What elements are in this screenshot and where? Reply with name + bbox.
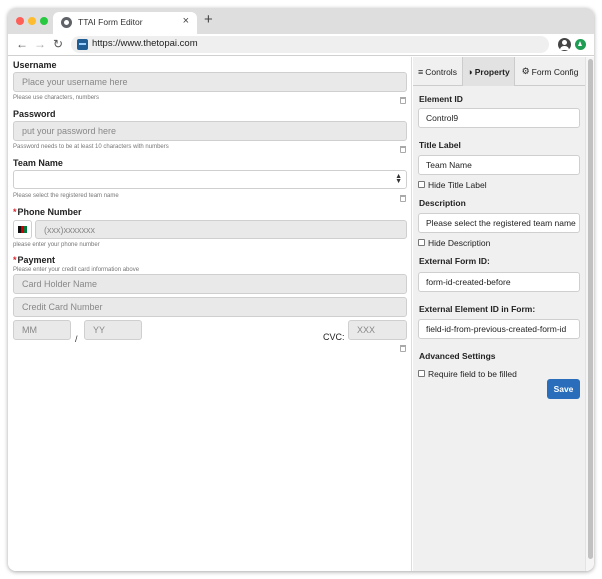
delete-username-icon[interactable] [400,97,406,104]
card-number-input[interactable]: Credit Card Number [13,297,407,317]
password-label: Password [13,109,56,119]
require-field-checkbox[interactable] [418,370,425,377]
reload-icon[interactable]: ↻ [53,37,63,51]
cvc-label: CVC: [323,332,345,342]
tab-property-label: Property [474,66,510,77]
required-mark: * [13,255,17,265]
delete-password-icon[interactable] [400,146,406,153]
external-form-id-label: External Form ID: [419,256,490,266]
delete-team-name-icon[interactable] [400,195,406,202]
payment-help: Please enter your credit card informatio… [13,267,140,273]
globe-icon [61,17,72,28]
list-icon: ≡ [418,66,424,77]
require-field-text: Require field to be filled [428,369,517,379]
username-input[interactable]: Place your username here [13,72,407,92]
tab-property[interactable]: ◑ Property [463,57,515,86]
save-button[interactable]: Save [547,379,580,399]
expiry-month-input[interactable]: MM [13,320,71,340]
select-caret-icon: ▲ ▼ [395,173,402,185]
profile-icon[interactable] [558,38,571,51]
title-bar: TTAI Form Editor × + [8,8,594,34]
hide-title-label-checkbox[interactable] [418,181,425,188]
element-id-label: Element ID [419,94,463,104]
expiry-separator: / [75,334,78,344]
username-help: Please use characters, numbers [13,95,100,101]
back-arrow-icon[interactable]: ← [16,37,28,51]
form-canvas: Username Place your username here Please… [8,57,412,571]
page-content: Username Place your username here Please… [8,57,594,571]
tab-controls-label: Controls [425,66,457,77]
address-bar[interactable]: https://www.thetopai.com [71,36,549,53]
phone-number-label-text: Phone Number [17,207,82,217]
minimize-window-button[interactable] [28,17,36,25]
hide-title-label-text: Hide Title Label [428,180,487,190]
tab-form-config-label: Form Config [531,66,579,77]
phone-number-help: please enter your phone number [13,242,100,248]
description-label: Description [419,198,466,208]
card-holder-input[interactable]: Card Holder Name [13,274,407,294]
close-window-button[interactable] [16,17,24,25]
team-name-help: Please select the registered team name [13,193,119,199]
site-favicon-icon [77,39,88,50]
team-name-select[interactable]: ▲ ▼ [13,170,407,189]
external-form-id-input[interactable]: form-id-created-before [418,272,580,292]
expiry-year-input[interactable]: YY [84,320,142,340]
panel-tabs: ≡ Controls ◑ Property ⚙ Form Config [413,57,585,86]
team-name-label: Team Name [13,158,63,168]
forward-arrow-icon[interactable]: → [34,37,46,51]
hide-description-text: Hide Description [428,238,491,248]
required-mark: * [13,207,17,217]
scrollbar-thumb[interactable] [588,59,593,559]
delete-payment-icon[interactable] [400,345,406,352]
cvc-input[interactable]: XXX [348,320,407,340]
advanced-settings-label: Advanced Settings [419,351,496,361]
tab-title: TTAI Form Editor [78,17,143,27]
description-input[interactable]: Please select the registered team name [418,213,580,233]
browser-window: TTAI Form Editor × + ← → ↻ https://www.t… [8,8,594,571]
gear-icon: ⚙ [521,66,530,76]
phone-number-label: *Phone Number [13,207,82,217]
title-label-input[interactable]: Team Name [418,155,580,175]
afghanistan-flag-icon [18,226,27,233]
browser-toolbar: ← → ↻ https://www.thetopai.com [8,34,594,56]
payment-label-text: Payment [17,255,56,265]
phone-number-input[interactable]: (xxx)xxxxxxx [35,220,407,239]
external-element-id-label: External Element ID in Form: [419,304,536,314]
country-flag-selector[interactable] [13,220,32,239]
username-label: Username [13,60,57,70]
browser-tab[interactable]: TTAI Form Editor × [53,12,197,34]
contrast-icon: ◑ [467,66,473,77]
page-scrollbar[interactable] [585,57,594,571]
element-id-input[interactable]: Control9 [418,108,580,128]
password-input[interactable]: put your password here [13,121,407,141]
hide-description-checkbox[interactable] [418,239,425,246]
tab-close-icon[interactable]: × [183,15,189,27]
maximize-window-button[interactable] [40,17,48,25]
tab-controls[interactable]: ≡ Controls [413,57,463,86]
payment-label: *Payment [13,255,55,265]
extension-icon[interactable] [575,39,586,50]
url-text[interactable]: https://www.thetopai.com [92,38,198,49]
property-panel: ≡ Controls ◑ Property ⚙ Form Config Elem… [413,57,585,571]
title-label-label: Title Label [419,140,461,150]
external-element-id-input[interactable]: field-id-from-previous-created-form-id [418,319,580,339]
tab-form-config[interactable]: ⚙ Form Config [515,57,585,86]
password-help: Password needs to be at least 10 charact… [13,144,169,150]
new-tab-button[interactable]: + [204,11,213,28]
